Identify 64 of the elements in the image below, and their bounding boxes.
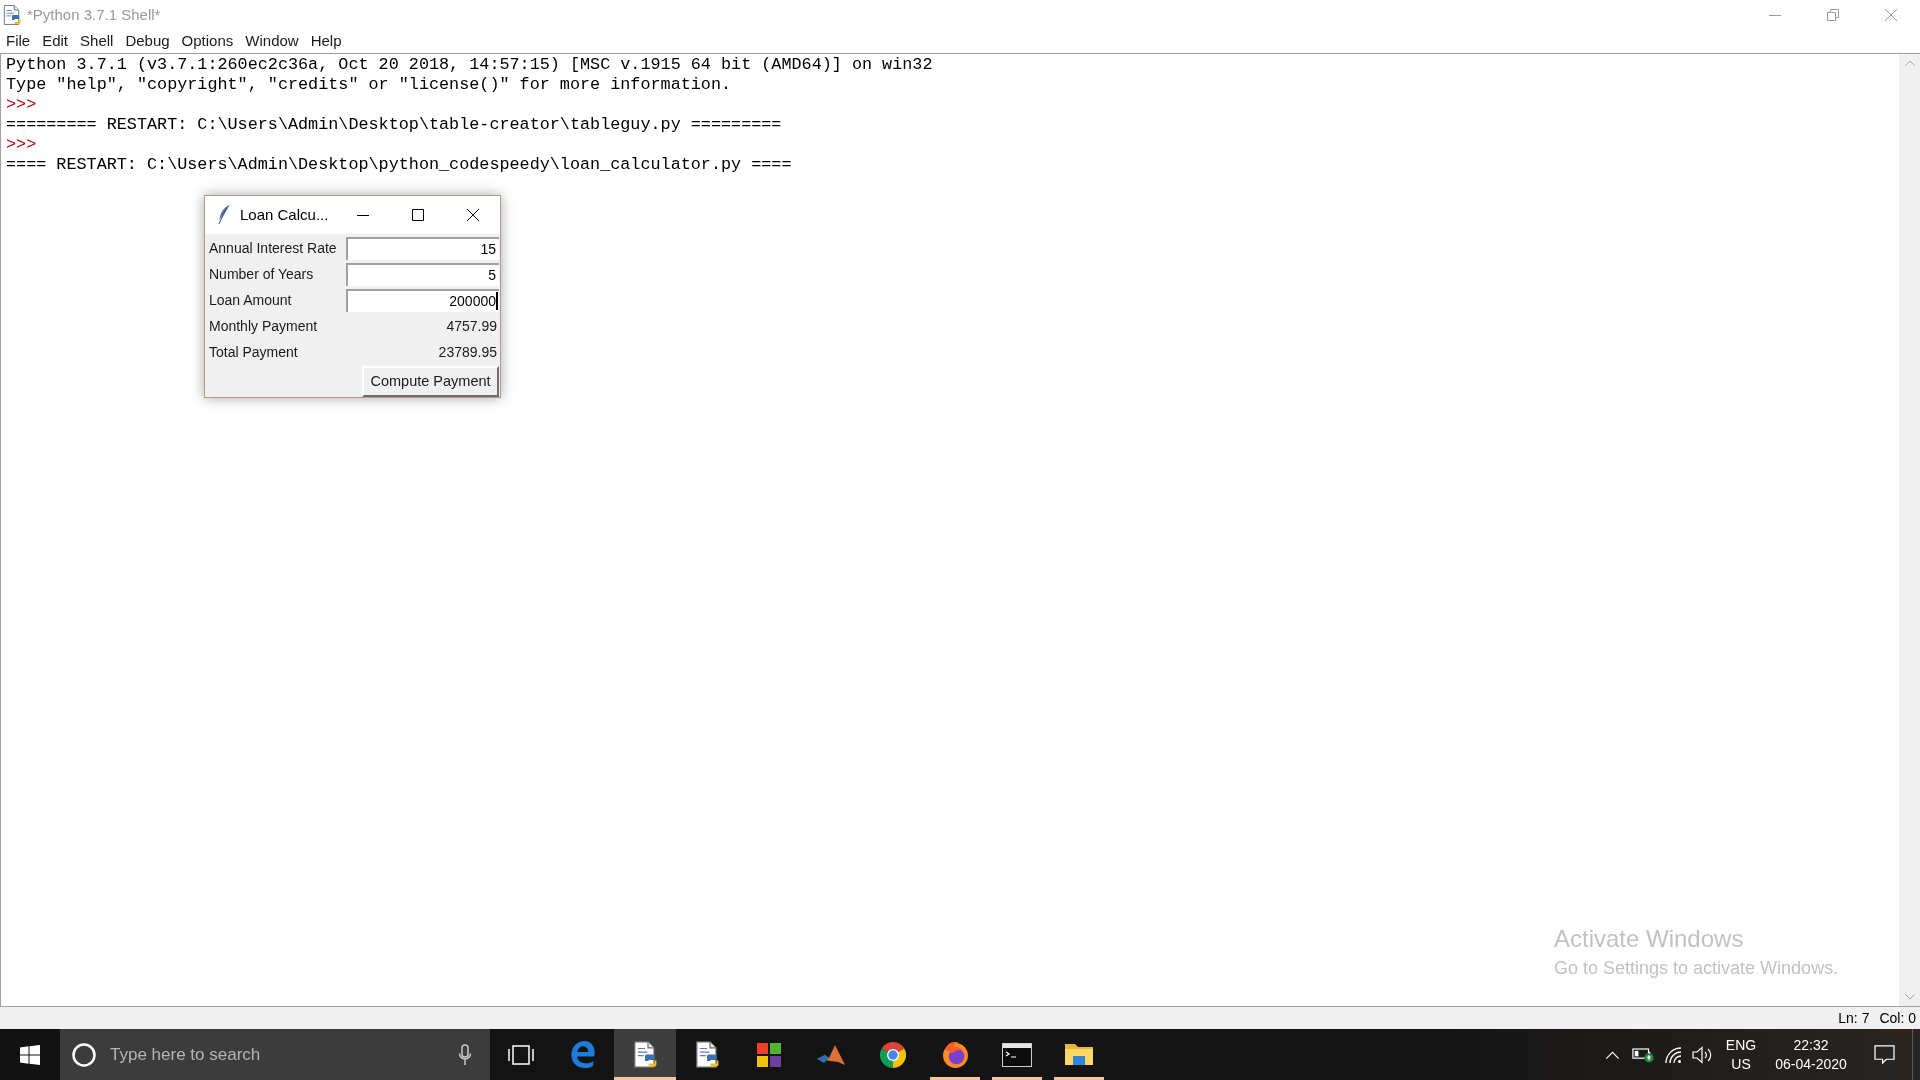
dialog-title: Loan Calcu... [240, 204, 329, 225]
search-field[interactable]: Type here to search [110, 1039, 450, 1070]
close-icon [1885, 9, 1897, 21]
menu-item[interactable]: Debug [119, 30, 176, 53]
compute-button[interactable]: Compute Payment [362, 366, 499, 397]
menu-item[interactable]: File [0, 30, 37, 53]
field-label: Annual Interest Rate [209, 238, 337, 258]
chevron-down-icon [1904, 994, 1915, 1000]
flame-globe-icon [942, 1041, 968, 1068]
status-text: Col: 0 [1879, 1008, 1916, 1028]
shell-line: Python 3.7.1 (v3.7.1:260ec2c36a, Oct 20 2018, 14:57:15) [MSC v.1915 64 bit (AMD64)] on win32 [6, 55, 933, 75]
script-file-icon [3, 5, 21, 25]
menu-item[interactable]: Edit [36, 30, 75, 53]
input-field[interactable]: 200000 [346, 288, 499, 312]
feather-icon [218, 205, 231, 225]
speaker-icon [1692, 1045, 1712, 1064]
close-icon [466, 209, 479, 221]
four-panes-icon [20, 1044, 40, 1065]
menu-item[interactable]: Options [175, 30, 240, 53]
chevron-up-icon [1604, 1050, 1620, 1059]
speech-bubble-icon [1873, 1045, 1895, 1064]
shell-line: ==== RESTART: C:\Users\Admin\Desktop\python_codespeedy\loan_calculator.py ==== [6, 155, 792, 175]
field-label: Loan Amount [209, 290, 292, 310]
field-label: Monthly Payment [209, 316, 318, 336]
activation-text: Go to Settings to activate Windows. [1554, 957, 1839, 980]
menu-item[interactable]: Window [239, 30, 305, 53]
field-label: Number of Years [209, 264, 314, 284]
menu-item[interactable]: Shell [74, 30, 120, 53]
result-value: 23789.95 [438, 342, 498, 362]
battery-leaf-icon [1631, 1046, 1654, 1063]
result-value: 4757.99 [446, 316, 498, 336]
vertical-scrollbar[interactable] [1899, 54, 1920, 1006]
chevron-up-icon [1904, 60, 1915, 66]
four-tiles-icon [757, 1042, 781, 1067]
minimize-icon [356, 214, 369, 216]
shell-line: ========= RESTART: C:\Users\Admin\Desktop\table-creator\tableguy.py ========= [6, 115, 782, 135]
status-text: Ln: 7 [1838, 1008, 1870, 1028]
shell-line: Type "help", "copyright", "credits" or "license()" for more information. [6, 75, 732, 95]
script-file-icon [633, 1041, 657, 1068]
peak-surface-icon [817, 1044, 845, 1065]
search-box[interactable]: Type here to search [60, 1029, 490, 1080]
task-view-icon [508, 1044, 534, 1065]
shell-line: >>> [6, 135, 37, 155]
folder-icon [1065, 1044, 1093, 1065]
taskbar-button[interactable] [614, 1029, 676, 1080]
wheel-icon [880, 1041, 906, 1068]
terminal-icon [1002, 1042, 1032, 1067]
wifi-icon [1664, 1046, 1682, 1063]
minimize-icon [1769, 14, 1781, 16]
menu-item[interactable]: Help [304, 30, 348, 53]
shell-line: >>> [6, 95, 37, 115]
script-file-icon [695, 1041, 719, 1068]
language-button[interactable]: ENG US [1716, 1029, 1766, 1080]
microphone-icon [458, 1043, 472, 1066]
e-swirl-icon [571, 1041, 595, 1068]
window-title: *Python 3.7.1 Shell* [27, 4, 161, 25]
field-label: Total Payment [209, 342, 298, 362]
activation-title: Activate Windows [1554, 925, 1744, 953]
clock-button[interactable]: 22:32 06-04-2020 [1766, 1029, 1856, 1080]
search-ring-icon [72, 1042, 96, 1067]
restore-icon [1827, 9, 1839, 21]
input-field[interactable]: 15 [346, 236, 499, 260]
maximize-icon [411, 209, 424, 221]
input-field[interactable]: 5 [346, 262, 499, 286]
